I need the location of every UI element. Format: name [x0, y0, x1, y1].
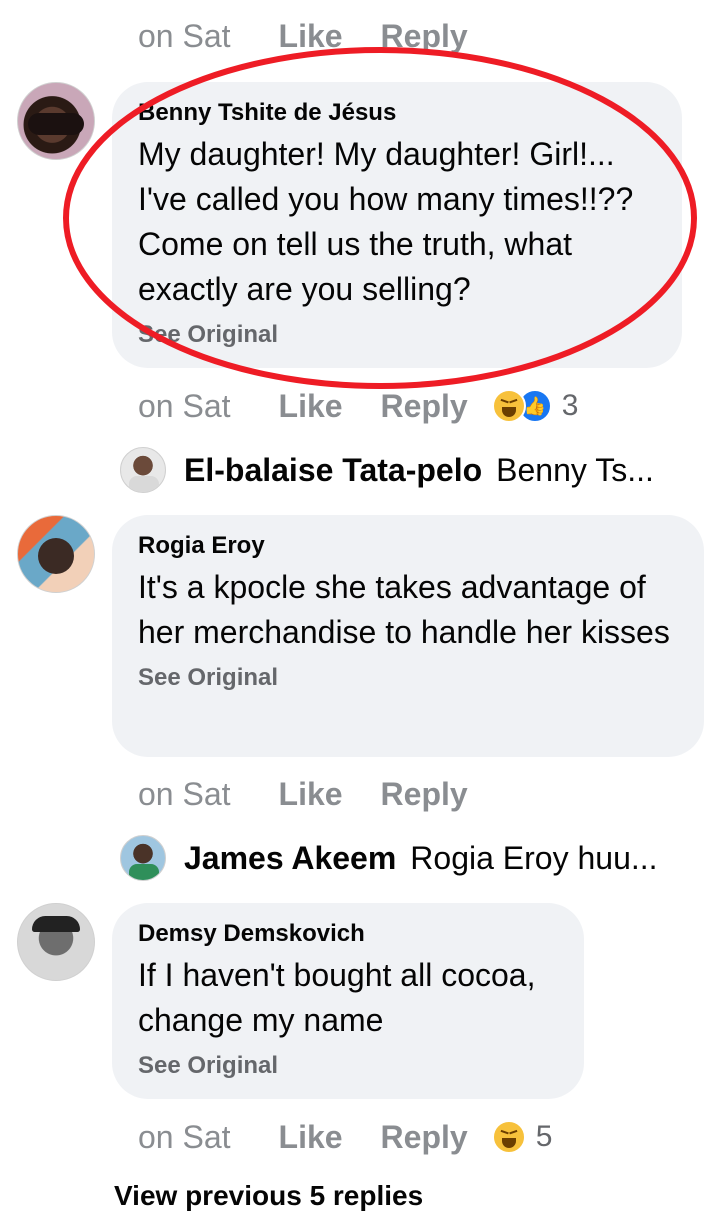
reply-text: Rogia Eroy huu... — [410, 839, 658, 876]
avatar — [120, 835, 166, 881]
avatar-detail — [38, 538, 74, 574]
reply-button[interactable]: Reply — [381, 1119, 468, 1156]
comment-text: If I haven't bought all cocoa, change my… — [138, 957, 536, 1038]
view-previous-replies-link[interactable]: View previous 5 replies — [114, 1180, 423, 1212]
reply-text: Benny Ts... — [496, 451, 654, 488]
reply-preview[interactable]: El-balaise Tata-pelo Benny Ts... — [120, 445, 654, 495]
reply-author: El-balaise Tata-pelo — [184, 451, 483, 488]
avatar[interactable] — [17, 515, 95, 593]
comment-author[interactable]: Rogia Eroy — [138, 531, 678, 561]
reply-button[interactable]: Reply — [381, 776, 468, 813]
avatar-detail — [32, 916, 80, 932]
like-button[interactable]: Like — [279, 776, 343, 813]
highlight-ellipse — [63, 47, 697, 389]
comment-time[interactable]: on Sat — [138, 1119, 231, 1156]
comment-text: It's a kpocle she takes advantage of her… — [138, 569, 670, 650]
like-button[interactable]: Like — [279, 1119, 343, 1156]
comment-time[interactable]: on Sat — [138, 776, 231, 813]
reaction-count: 5 — [535, 1120, 553, 1153]
reaction-summary[interactable]: 5 — [491, 1120, 553, 1154]
see-original-link[interactable]: See Original — [138, 1051, 558, 1081]
haha-reaction-icon — [491, 389, 526, 423]
comment-bubble: Rogia Eroy It's a kpocle she takes advan… — [112, 515, 704, 757]
comment-bubble: Demsy Demskovich If I haven't bought all… — [112, 903, 584, 1099]
avatar — [120, 447, 166, 493]
haha-reaction-icon — [491, 1120, 526, 1154]
see-original-link[interactable]: See Original — [138, 663, 678, 693]
comment-actions: on Sat Like Reply — [138, 772, 506, 816]
comment-author[interactable]: Demsy Demskovich — [138, 919, 558, 949]
avatar[interactable] — [17, 903, 95, 981]
reply-author: James Akeem — [184, 839, 397, 876]
reply-preview[interactable]: James Akeem Rogia Eroy huu... — [120, 833, 658, 883]
comment-actions: on Sat Like Reply 5 — [138, 1115, 552, 1159]
